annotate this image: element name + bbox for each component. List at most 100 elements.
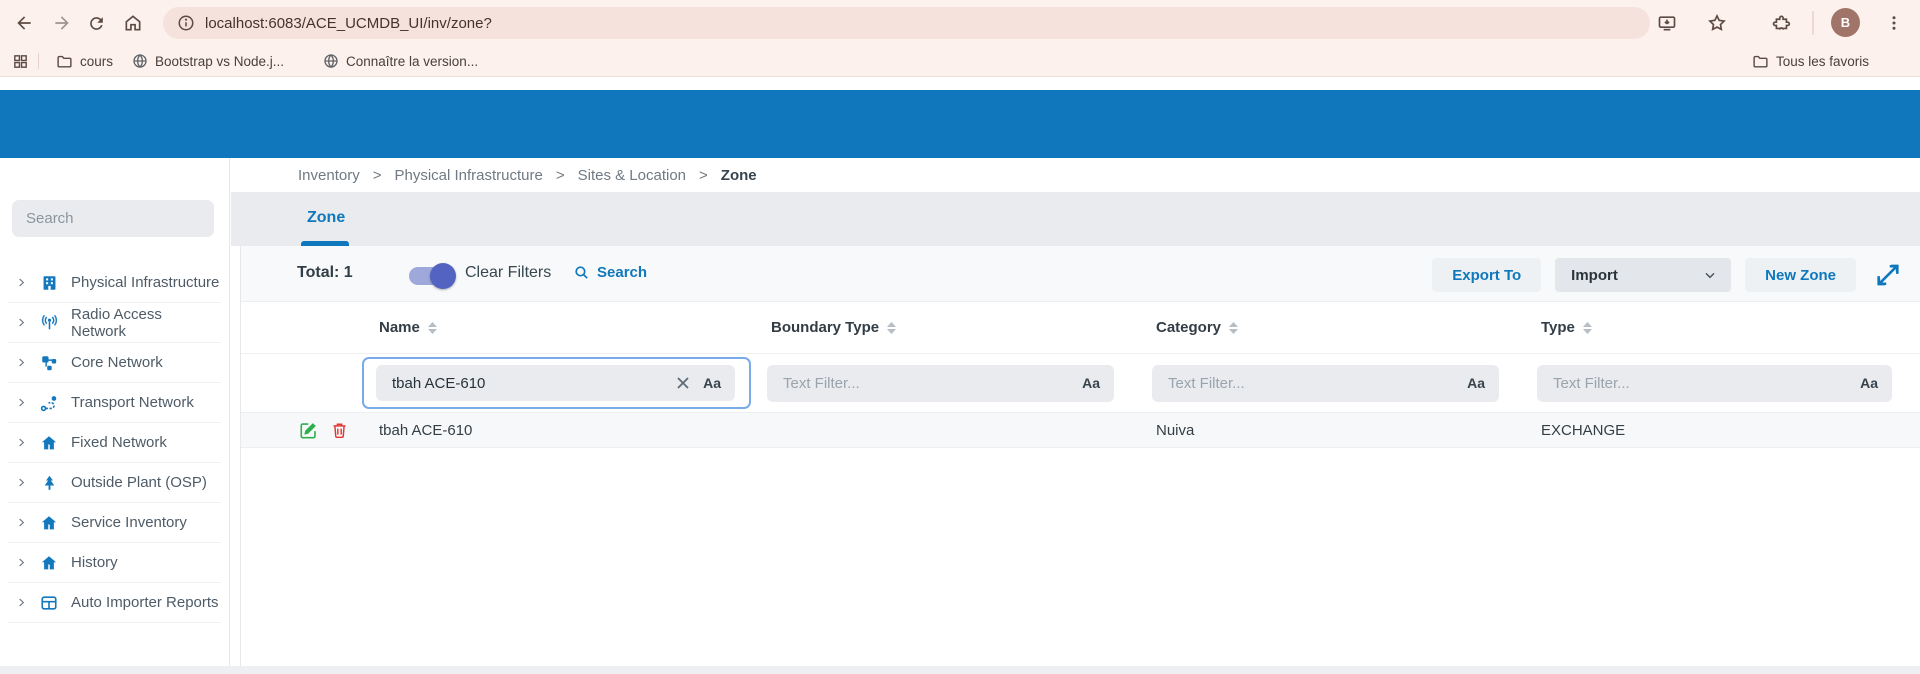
forward-button[interactable]	[46, 7, 78, 39]
column-header-category: Category	[1140, 319, 1525, 336]
apps-shortcut-button[interactable]	[12, 46, 29, 76]
chevron-right-icon	[16, 517, 27, 528]
bookmark-label: cours	[80, 54, 113, 69]
sidebar-item-radio-access-network[interactable]: Radio Access Network	[8, 303, 221, 343]
name-filter-input[interactable]	[376, 375, 676, 392]
table-toolbar: Total: 1 Clear Filters Search Export To …	[241, 246, 1920, 302]
search-label: Search	[597, 264, 647, 281]
page-gap	[0, 77, 1920, 90]
puzzle-icon	[1771, 13, 1791, 33]
all-bookmarks-button[interactable]: Tous les favoris	[1752, 46, 1869, 76]
case-sensitive-toggle[interactable]: Aa	[1467, 375, 1485, 391]
star-icon	[1707, 13, 1727, 33]
building-icon	[39, 274, 59, 292]
sidebar-item-transport-network[interactable]: Transport Network	[8, 383, 221, 423]
breadcrumb-item-inventory[interactable]: Inventory	[298, 167, 360, 184]
extensions-button[interactable]	[1766, 8, 1796, 38]
table-header-row: Name Boundary Type Category Type	[241, 302, 1920, 354]
row-actions-cell	[241, 421, 363, 440]
sidebar-item-history[interactable]: History	[8, 543, 221, 583]
folder-icon	[56, 53, 73, 70]
case-sensitive-toggle[interactable]: Aa	[1082, 375, 1100, 391]
breadcrumb-item-physical-infrastructure[interactable]: Physical Infrastructure	[394, 167, 542, 184]
bookmark-bootstrap[interactable]: Bootstrap vs Node.j...	[132, 46, 284, 76]
sidebar-search-input[interactable]	[12, 210, 214, 227]
new-zone-button[interactable]: New Zone	[1745, 258, 1856, 292]
type-filter-input[interactable]	[1537, 375, 1860, 392]
toolbar-actions: Export To Import New Zone	[1432, 257, 1906, 293]
chevron-down-icon	[1702, 267, 1718, 283]
import-dropdown[interactable]: Import	[1555, 258, 1731, 292]
edit-row-button[interactable]	[299, 421, 318, 440]
address-bar[interactable]: localhost:6083/ACE_UCMDB_UI/inv/zone?	[163, 7, 1650, 39]
bookmark-star-button[interactable]	[1702, 8, 1732, 38]
filter-toggle[interactable]	[409, 267, 453, 285]
tab-zone[interactable]: Zone	[307, 209, 345, 227]
column-label: Name	[379, 319, 420, 336]
install-app-button[interactable]	[1652, 8, 1682, 38]
case-sensitive-toggle[interactable]: Aa	[703, 375, 721, 391]
case-sensitive-toggle[interactable]: Aa	[1860, 375, 1878, 391]
export-to-button[interactable]: Export To	[1432, 258, 1541, 292]
sidebar-item-physical-infrastructure[interactable]: Physical Infrastructure	[8, 263, 221, 303]
sidebar-item-label: Auto Importer Reports	[71, 594, 219, 611]
profile-avatar[interactable]: B	[1831, 8, 1860, 37]
forward-arrow-icon	[52, 13, 72, 33]
expand-table-button[interactable]	[1870, 257, 1906, 293]
sidebar-item-label: Service Inventory	[71, 514, 187, 531]
chevron-right-icon	[16, 277, 27, 288]
chevron-right-icon	[16, 597, 27, 608]
sidebar-item-auto-importer-reports[interactable]: Auto Importer Reports	[8, 583, 221, 623]
sort-icon[interactable]	[1229, 322, 1238, 334]
bookmark-connaitre[interactable]: Connaître la version...	[323, 46, 478, 76]
chevron-right-icon	[16, 557, 27, 568]
browser-menu-button[interactable]	[1879, 8, 1909, 38]
content-panel: Total: 1 Clear Filters Search Export To …	[240, 246, 1920, 666]
boundary-type-filter-input[interactable]	[767, 375, 1082, 392]
home-icon	[123, 13, 143, 33]
table-row: tbah ACE-610 Nuiva EXCHANGE	[241, 412, 1920, 448]
browser-home-button[interactable]	[117, 7, 149, 39]
sort-icon[interactable]	[887, 322, 896, 334]
bookmark-label: Connaître la version...	[346, 54, 478, 69]
import-label: Import	[1571, 267, 1618, 284]
breadcrumb-item-sites-location[interactable]: Sites & Location	[578, 167, 686, 184]
refresh-button[interactable]	[80, 7, 112, 39]
info-icon[interactable]	[177, 14, 195, 32]
category-filter-box: Aa	[1152, 365, 1499, 402]
tab-bar: Zone	[231, 192, 1920, 246]
bookmark-folder-cours[interactable]: cours	[56, 46, 113, 76]
sidebar-item-service-inventory[interactable]: Service Inventory	[8, 503, 221, 543]
toolbar-divider	[1812, 11, 1814, 35]
clear-filters-label[interactable]: Clear Filters	[465, 264, 551, 282]
sidebar-item-label: Physical Infrastructure	[71, 274, 219, 291]
home-icon	[39, 514, 59, 532]
breadcrumb: Inventory > Physical Infrastructure > Si…	[231, 158, 1920, 192]
breadcrumb-separator: >	[699, 167, 708, 184]
column-header-type: Type	[1525, 319, 1920, 336]
total-count-label: Total: 1	[297, 264, 353, 282]
category-filter-input[interactable]	[1152, 375, 1467, 392]
sidebar-item-outside-plant[interactable]: Outside Plant (OSP)	[8, 463, 221, 503]
all-bookmarks-label: Tous les favoris	[1776, 54, 1869, 69]
toggle-knob	[430, 263, 456, 289]
bookmarks-divider	[38, 53, 39, 69]
sidebar-item-label: History	[71, 554, 118, 571]
trash-icon	[331, 421, 348, 439]
type-filter-box: Aa	[1537, 365, 1892, 402]
boundary-type-filter-box: Aa	[767, 365, 1114, 402]
screen: localhost:6083/ACE_UCMDB_UI/inv/zone? B …	[0, 0, 1920, 674]
delete-row-button[interactable]	[331, 421, 348, 439]
clear-filter-icon[interactable]	[676, 376, 690, 390]
sidebar-item-core-network[interactable]: Core Network	[8, 343, 221, 383]
column-label: Type	[1541, 319, 1575, 336]
search-button[interactable]: Search	[573, 264, 647, 281]
back-button[interactable]	[8, 7, 40, 39]
back-arrow-icon	[14, 13, 34, 33]
cell-type: EXCHANGE	[1525, 422, 1920, 439]
home-icon	[39, 434, 59, 452]
sort-icon[interactable]	[1583, 322, 1592, 334]
sidebar-item-fixed-network[interactable]: Fixed Network	[8, 423, 221, 463]
column-header-name: Name	[363, 319, 755, 336]
sort-icon[interactable]	[428, 322, 437, 334]
